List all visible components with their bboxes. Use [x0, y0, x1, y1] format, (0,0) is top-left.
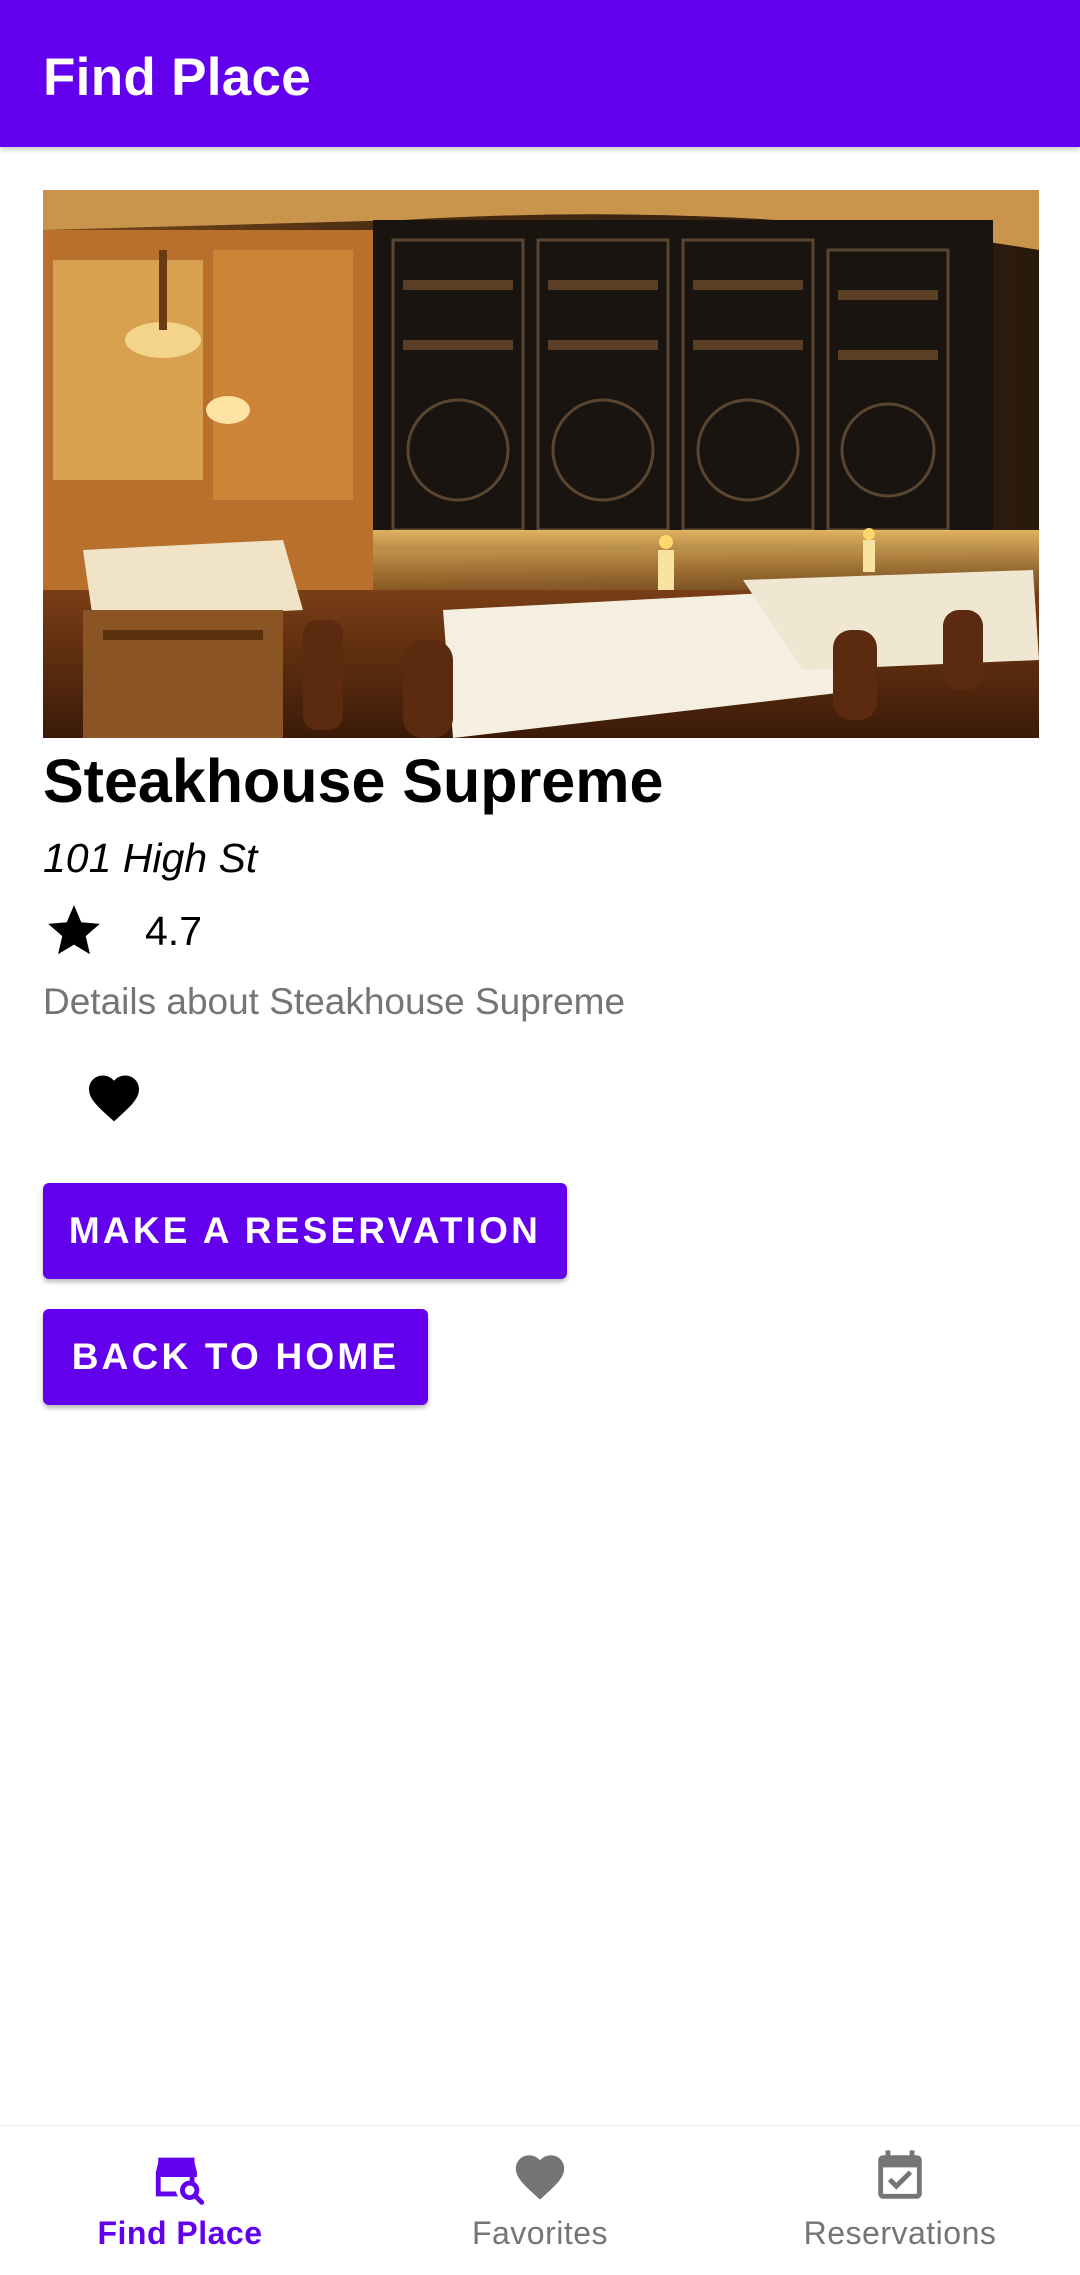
place-photo [43, 190, 1039, 738]
place-name: Steakhouse Supreme [43, 747, 664, 815]
heart-icon [89, 1075, 139, 1122]
calendar-check-icon [878, 2150, 922, 2199]
app-bar-title: Find Place [43, 48, 312, 107]
nav-label-find-place: Find Place [97, 2215, 263, 2251]
heart-icon [515, 2155, 565, 2200]
nav-item-favorites[interactable]: Favorites [360, 2126, 720, 2275]
rating-value: 4.7 [145, 908, 202, 954]
place-address: 101 High St [43, 835, 258, 881]
nav-item-reservations[interactable]: Reservations [720, 2126, 1080, 2275]
bottom-navigation: Find Place Favorites Reservations [0, 2125, 1080, 2275]
rating-row: 4.7 [43, 900, 202, 962]
nav-label-favorites: Favorites [471, 2215, 609, 2251]
back-to-home-button[interactable]: BACK TO HOME [43, 1309, 428, 1405]
app-bar: Find Place [0, 0, 1080, 147]
star-icon [48, 905, 100, 955]
store-search-icon [155, 2157, 205, 2205]
favorite-toggle-button[interactable] [78, 1062, 150, 1134]
nav-item-find-place[interactable]: Find Place [0, 2126, 360, 2275]
make-reservation-button[interactable]: MAKE A RESERVATION [43, 1183, 567, 1279]
nav-label-reservations: Reservations [803, 2215, 997, 2251]
place-details: Details about Steakhouse Supreme [43, 981, 626, 1022]
